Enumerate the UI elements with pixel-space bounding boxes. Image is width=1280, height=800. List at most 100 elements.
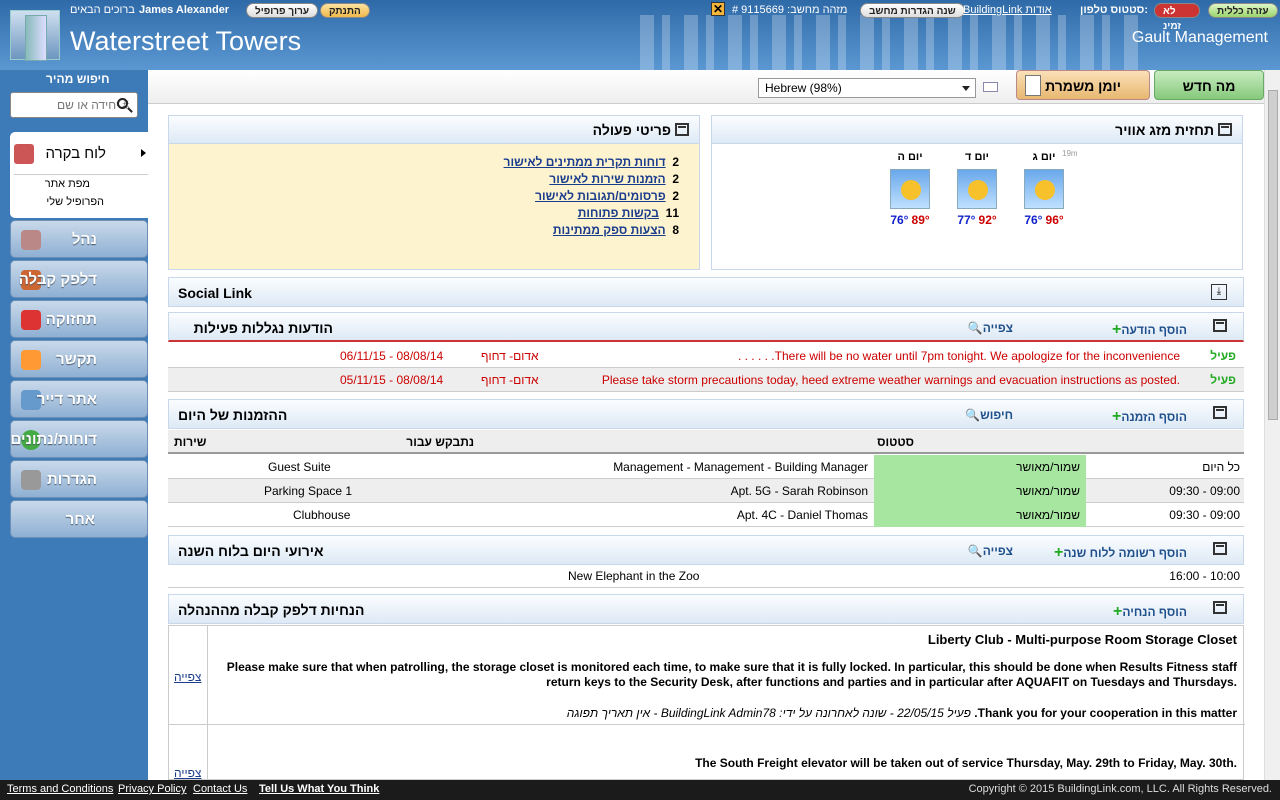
quick-search-label: חיפוש מהיר [46,72,110,86]
change-settings-button[interactable]: שנה הגדרות מחשב [860,3,965,18]
action-item-link[interactable]: פרסומים/תגובות לאישור [535,189,666,203]
high-temp: 89° [911,213,930,227]
add-reservation-button[interactable]: +הוסף הזמנה [1112,408,1187,426]
reservations-header: ההזמנות של היום +הוסף הזמנה 🔍חיפוש [168,399,1244,429]
contact-link[interactable]: Contact Us [193,783,247,795]
high-temp: 92° [978,213,997,227]
sidebar-item-settings[interactable]: הגדרות [10,460,148,498]
sidebar-item-label: דוחות/נתונים [10,431,97,448]
plus-icon: + [1111,321,1122,338]
edit-profile-button[interactable]: ערוך פרופיל [246,3,319,18]
announcement-text: . . . . . .There will be no water until … [737,349,1180,363]
action-item-link[interactable]: הזמנות שירות לאישור [549,172,665,186]
sidebar-subitem-sitemap[interactable]: מפת אתר [45,178,90,190]
about-link[interactable]: BuildingLink אודות [963,3,1052,18]
sidebar-item-other[interactable]: אחר [10,500,148,538]
sidebar-item-maintenance[interactable]: תחזוקה [10,300,148,338]
list-item: 2 הזמנות שירות לאישור [379,171,679,188]
action-item-link[interactable]: דוחות תקרית ממתינים לאישור [504,155,666,169]
sidebar-item-label: הגדרות [47,471,97,488]
collapse-icon[interactable] [1213,319,1227,332]
announcement-text: Please take storm precautions today, hee… [601,373,1180,387]
table-row: כל היום שמור/מאושר Management - Manageme… [168,455,1244,479]
search-icon[interactable] [117,98,128,109]
event-cell: New Elephant in the Zoo [568,569,700,583]
item-count: 8 [672,223,679,237]
terms-link[interactable]: Terms and Conditions [7,783,113,795]
search-reservations-button[interactable]: 🔍חיפוש [965,408,1013,422]
collapse-icon[interactable] [1213,601,1227,614]
general-help-button[interactable]: עזרה כללית [1208,3,1278,18]
view-instruction-link[interactable]: צפייה [174,670,201,684]
sidebar-item-resident-site[interactable]: אתר דייר [10,380,148,418]
building-logo [10,10,60,61]
add-label: הוסף הזמנה [1121,410,1187,424]
toolbox-red-icon [21,310,41,330]
instruction-heading: Liberty Club - Multi-purpose Room Storag… [927,632,1237,647]
action-item-link[interactable]: הצעות ספק ממתינות [553,223,666,237]
table-row: פעיל . . . . . .There will be no water u… [168,344,1244,368]
privacy-link[interactable]: Privacy Policy [118,783,186,795]
sidebar-item-manage[interactable]: נהל [10,220,148,258]
divider [169,724,1245,725]
item-count: 2 [672,189,679,203]
instruction-body: Please make sure that when patrolling, t… [226,660,1237,689]
expand-icon[interactable]: ⤓ [1211,284,1227,300]
collapse-icon[interactable] [675,123,689,136]
announcements-title: הודעות נגללות פעילות [193,320,333,336]
sidebar-item-reports[interactable]: דוחות/נתונים [10,420,148,458]
service-cell: Parking Space 1 [264,484,353,498]
view-calendar-button[interactable]: 🔍צפייה [968,544,1013,558]
whats-new-button[interactable]: מה חדש [1154,70,1264,100]
sidebar-subitem-profile[interactable]: הפרופיל שלי [46,196,104,208]
instruction-thanks: Thank you for your cooperation in this m… [974,706,1237,720]
scrollbar-thumb[interactable] [1268,90,1278,420]
low-temp: 76° [1024,213,1043,227]
storm-icon [890,169,930,209]
language-select[interactable]: Hebrew (98%) [758,78,976,98]
action-item-link[interactable]: בקשות פתוחות [578,206,659,220]
add-instruction-button[interactable]: +הוסף הנחיה [1113,603,1187,621]
item-count: 2 [672,155,679,169]
logout-button[interactable]: התנתק [320,3,370,18]
search-input[interactable]: יחידה או שם # [10,92,138,118]
priority-label: אדום- דחוף [481,373,539,387]
collapse-icon[interactable] [1218,123,1232,136]
time-cell: 09:30 - 09:00 [1169,484,1240,498]
add-announcement-button[interactable]: +הוסף הודעה [1112,321,1187,339]
view-instruction-link[interactable]: צפייה [174,766,201,780]
status-badge: פעיל [1210,373,1236,387]
collapse-icon[interactable] [1213,406,1227,419]
weather-day: יום ד 77° 92° [947,151,1007,227]
x-icon[interactable]: ✕ [711,2,725,16]
search-label: חיפוש [980,408,1013,422]
computer-id: # 9115669 :מזהה מחשב [732,4,848,16]
service-cell: Guest Suite [268,460,331,474]
sidebar-item-communicate[interactable]: תקשר [10,340,148,378]
item-count: 2 [672,172,679,186]
action-items-title: פריטי פעולה [592,122,671,138]
collapse-icon[interactable] [1213,542,1227,555]
sidebar-item-front-desk[interactable]: דלפק קבלה [10,260,148,298]
add-calendar-entry-button[interactable]: +הוסף רשומה ללוח שנה [1054,544,1187,562]
footer: Terms and Conditions Privacy Policy Cont… [0,780,1280,800]
top-bar: Waterstreet Towers Gault Management ברוכ… [0,0,1280,70]
company-name: Gault Management [1131,29,1268,46]
time-cell: 09:30 - 09:00 [1169,508,1240,522]
scrollbar[interactable] [1264,70,1280,780]
skyline-graphic [640,15,1140,70]
requested-for-cell: Apt. 5G - Sarah Robinson [730,484,868,498]
copyright: Copyright © 2015 BuildingLink.com, LLC. … [968,783,1272,795]
sidebar-item-dashboard[interactable]: לוח בקרה מפת אתר הפרופיל שלי [10,132,150,218]
view-announcements-button[interactable]: 🔍צפייה [968,321,1013,335]
phone-status-badge[interactable]: לא זמינ [1154,3,1200,32]
list-item: 2 דוחות תקרית ממתינים לאישור [379,154,679,171]
status-cell: שמור/מאושר [874,503,1086,527]
shift-log-button[interactable]: יומן משמרת [1016,70,1150,100]
feedback-link[interactable]: Tell Us What You Think [259,783,379,795]
instruction-heading: The South Freight elevator will be taken… [695,756,1237,770]
panel-header: פריטי פעולה [169,116,699,144]
action-items-panel: פריטי פעולה 2 דוחות תקרית ממתינים לאישור… [168,115,700,270]
calendar-header: אירועי היום בלוח השנה +הוסף רשומה ללוח ש… [168,535,1244,565]
instruction-meta: Thank you for your cooperation in this m… [567,706,1237,720]
